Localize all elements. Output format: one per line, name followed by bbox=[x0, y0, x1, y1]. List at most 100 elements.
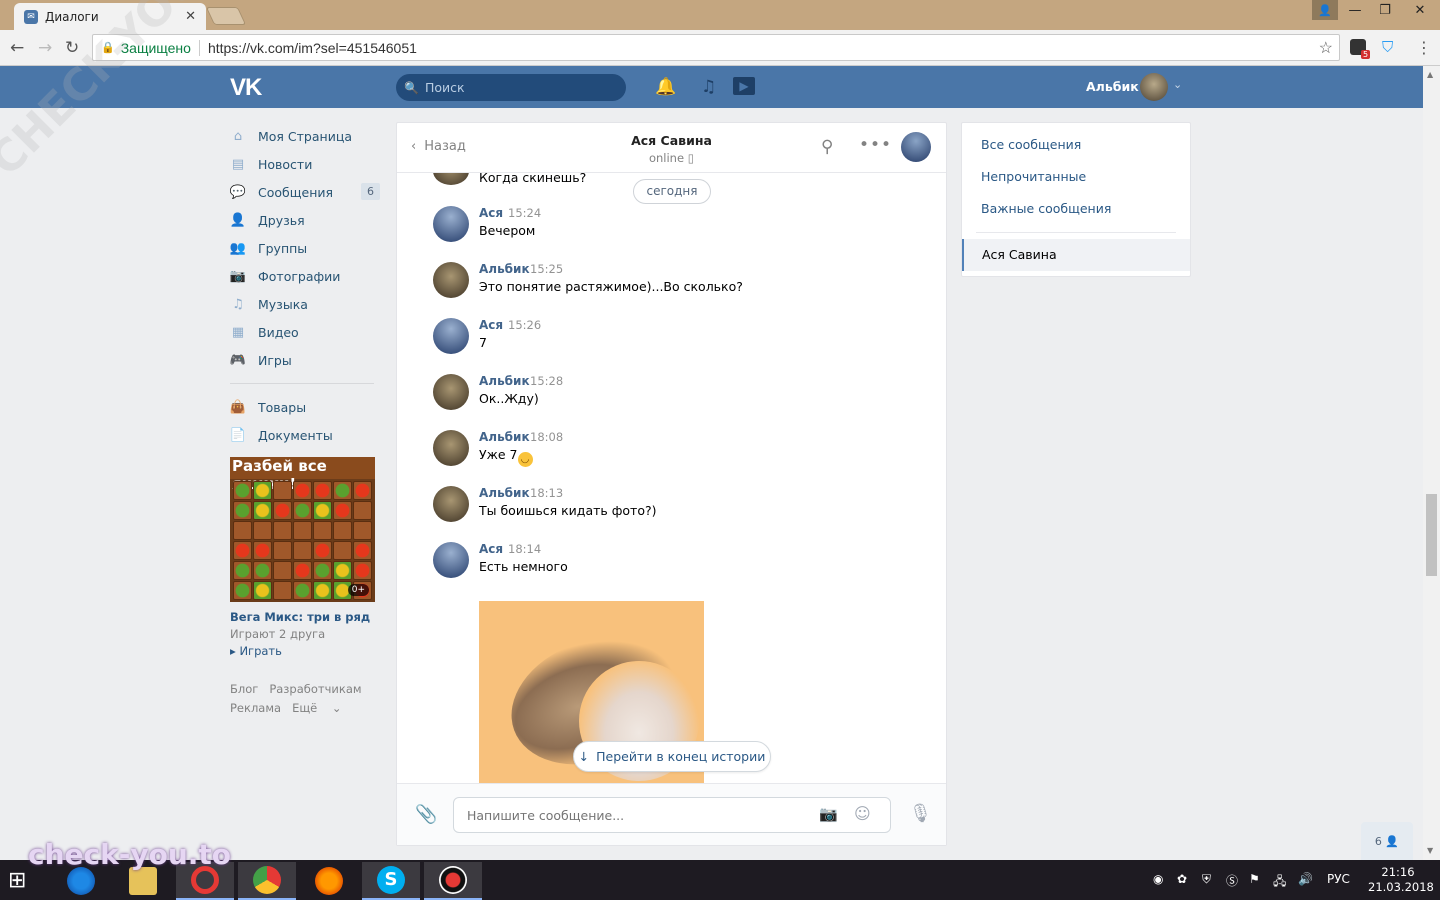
message-author[interactable]: Ася bbox=[479, 318, 503, 332]
tray-app-icon[interactable]: ✿ bbox=[1177, 872, 1187, 886]
tray-network-icon[interactable]: 🖧 bbox=[1273, 872, 1286, 893]
footer-more-link[interactable]: Ещё ⌄ bbox=[292, 701, 352, 715]
message-row[interactable]: Ася 15:24 Вечером bbox=[433, 206, 913, 246]
ad-title[interactable]: Вега Микс: три в ряд bbox=[230, 610, 380, 624]
message-time[interactable]: 18:08 bbox=[530, 430, 563, 444]
sidebar-item[interactable]: 👜 Товары bbox=[230, 393, 380, 421]
sidebar-item[interactable]: ⌂ Моя Страница bbox=[230, 122, 380, 150]
footer-blog-link[interactable]: Блог bbox=[230, 682, 258, 696]
scroll-up-icon[interactable]: ▲ bbox=[1427, 70, 1433, 79]
sidebar-item[interactable]: ♫ Музыка bbox=[230, 290, 380, 318]
sidebar-item[interactable]: 💬 Сообщения 6 bbox=[230, 178, 380, 206]
message-row[interactable]: Ася 18:14 Есть немного bbox=[433, 542, 913, 582]
message-author[interactable]: Ася bbox=[479, 542, 503, 556]
sidebar-item[interactable]: 🎮 Игры bbox=[230, 346, 380, 374]
filter-unread[interactable]: Непрочитанные bbox=[981, 169, 1086, 184]
message-time[interactable]: 15:26 bbox=[508, 318, 541, 332]
sidebar-item[interactable]: 👤 Друзья bbox=[230, 206, 380, 234]
filter-important[interactable]: Важные сообщения bbox=[981, 201, 1111, 216]
header-user-name[interactable]: Альбик bbox=[1086, 79, 1139, 94]
message-history[interactable]: Когда скинешь? сегодня Ася 15:24 Вечером Ал… bbox=[397, 173, 946, 783]
minimize-icon[interactable]: — bbox=[1340, 0, 1370, 20]
skype-taskbar-icon[interactable]: S bbox=[362, 862, 420, 900]
new-tab-button[interactable] bbox=[205, 7, 247, 25]
address-bar[interactable]: 🔒 Защищено https://vk.com/im?sel=4515460… bbox=[92, 34, 1340, 61]
header-avatar[interactable] bbox=[1140, 73, 1168, 101]
chat-partner-avatar[interactable] bbox=[901, 132, 931, 162]
windows-start-icon[interactable]: ⊞ bbox=[8, 868, 26, 893]
message-time[interactable]: 18:13 bbox=[530, 486, 563, 500]
avatar[interactable] bbox=[433, 430, 469, 466]
sidebar-item[interactable]: 📄 Документы bbox=[230, 421, 380, 449]
scroll-down-icon[interactable]: ▼ bbox=[1427, 846, 1433, 855]
tray-volume-icon[interactable]: 🔊 bbox=[1298, 872, 1313, 886]
avatar[interactable] bbox=[433, 374, 469, 410]
scroll-thumb[interactable] bbox=[1426, 494, 1437, 576]
browser-menu-icon[interactable]: ⋮ bbox=[1416, 38, 1432, 57]
music-note-icon[interactable]: ♫ bbox=[701, 77, 716, 97]
message-row[interactable]: Альбик 15:28 Ок..Жду) bbox=[433, 374, 913, 414]
tray-record-icon[interactable]: ◉ bbox=[1153, 872, 1163, 886]
active-dialog-item[interactable]: Ася Савина bbox=[962, 239, 1190, 271]
avatar[interactable] bbox=[433, 262, 469, 298]
tray-shield-icon[interactable]: ⛨ bbox=[1202, 872, 1211, 887]
filter-all-messages[interactable]: Все сообщения bbox=[981, 137, 1081, 152]
tray-skype-icon[interactable]: Ⓢ bbox=[1226, 872, 1238, 889]
tray-antivirus-icon[interactable]: ⚑ bbox=[1249, 872, 1260, 886]
close-window-icon[interactable]: ✕ bbox=[1400, 0, 1440, 20]
message-time[interactable]: 15:28 bbox=[530, 374, 563, 388]
message-row[interactable]: Альбик 18:13 Ты боишься кидать фото?) bbox=[433, 486, 913, 526]
chrome-taskbar-icon[interactable] bbox=[238, 862, 296, 900]
play-icon[interactable]: ▶ bbox=[733, 77, 755, 95]
profile-icon[interactable]: 👤 bbox=[1312, 0, 1338, 20]
opera-taskbar-icon[interactable] bbox=[176, 862, 234, 900]
avatar[interactable] bbox=[433, 486, 469, 522]
footer-ads-link[interactable]: Реклама bbox=[230, 701, 281, 715]
game-ad-banner[interactable]: Разбей все ящики! 0+ bbox=[230, 457, 375, 602]
recorder-taskbar-icon[interactable] bbox=[424, 862, 482, 900]
message-row[interactable]: Альбик 15:25 Это понятие растяжимое)...Во … bbox=[433, 262, 913, 302]
message-author[interactable]: Ася bbox=[479, 206, 503, 220]
firefox-taskbar-icon[interactable] bbox=[300, 862, 358, 900]
message-time[interactable]: 18:14 bbox=[508, 542, 541, 556]
bookmark-star-icon[interactable]: ☆ bbox=[1319, 38, 1333, 58]
paperclip-icon[interactable]: 📎 bbox=[415, 804, 437, 825]
chevron-down-icon[interactable]: ⌄ bbox=[1173, 78, 1182, 91]
search-input[interactable]: 🔍 Поиск bbox=[396, 74, 626, 101]
avatar[interactable] bbox=[433, 542, 469, 578]
sidebar-item[interactable]: ▦ Видео bbox=[230, 318, 380, 346]
restore-icon[interactable]: ❐ bbox=[1370, 0, 1400, 20]
avatar[interactable] bbox=[433, 318, 469, 354]
page-scrollbar[interactable]: ▲ ▼ bbox=[1423, 66, 1440, 860]
ie-taskbar-icon[interactable] bbox=[52, 862, 110, 900]
camera-icon[interactable]: 📷 bbox=[819, 805, 838, 823]
more-dots-icon[interactable]: ••• bbox=[859, 135, 892, 155]
sidebar-item[interactable]: 📷 Фотографии bbox=[230, 262, 380, 290]
sidebar-item[interactable]: ▤ Новости bbox=[230, 150, 380, 178]
message-author[interactable]: Альбик bbox=[479, 486, 530, 500]
tray-clock[interactable]: 21:16 21.03.2018 bbox=[1368, 865, 1434, 895]
explorer-taskbar-icon[interactable] bbox=[114, 862, 172, 900]
shield-extension-icon[interactable]: ⛉ bbox=[1382, 38, 1393, 56]
sidebar-item[interactable]: 👥 Группы bbox=[230, 234, 380, 262]
message-row[interactable]: Ася 15:26 7 bbox=[433, 318, 913, 358]
url-text[interactable]: https://vk.com/im?sel=451546051 bbox=[208, 40, 417, 56]
message-author[interactable]: Альбик bbox=[479, 262, 530, 276]
online-friends-button[interactable]: 6 👤 bbox=[1361, 822, 1413, 860]
avatar[interactable] bbox=[433, 206, 469, 242]
message-author[interactable]: Альбик bbox=[479, 430, 530, 444]
emoji-icon[interactable]: ☺ bbox=[854, 804, 871, 823]
tray-language[interactable]: РУС bbox=[1327, 872, 1350, 886]
microphone-icon[interactable]: 🎙 bbox=[909, 803, 932, 824]
goto-end-button[interactable]: ↓ Перейти в конец истории bbox=[573, 741, 771, 772]
bell-icon[interactable]: 🔔 bbox=[655, 77, 676, 97]
search-icon[interactable]: ⚲ bbox=[821, 137, 833, 157]
vk-logo[interactable]: VK bbox=[230, 74, 262, 102]
footer-dev-link[interactable]: Разработчикам bbox=[269, 682, 361, 696]
message-row[interactable]: Альбик 18:08 Уже 7 ◡ bbox=[433, 430, 913, 470]
reload-icon[interactable]: ↻ bbox=[65, 38, 79, 58]
back-arrow-icon[interactable]: ← bbox=[10, 38, 24, 58]
forward-arrow-icon[interactable]: → bbox=[38, 38, 52, 58]
message-time[interactable]: 15:24 bbox=[508, 206, 541, 220]
message-time[interactable]: 15:25 bbox=[530, 262, 563, 276]
